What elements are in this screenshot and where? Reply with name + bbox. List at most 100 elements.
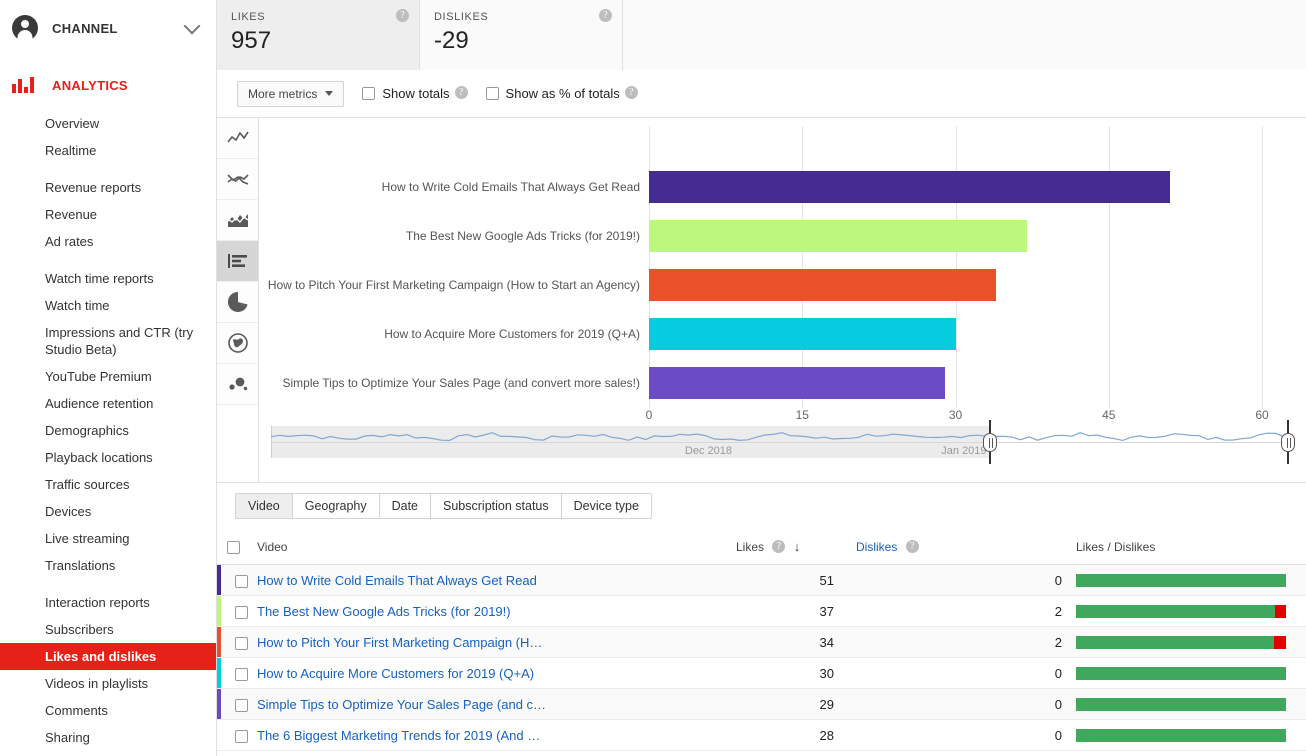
help-icon[interactable]: ? bbox=[905, 539, 919, 553]
row-checkbox[interactable] bbox=[234, 667, 248, 681]
video-title-link[interactable]: The Best New Google Ads Tricks (for 2019… bbox=[257, 604, 511, 619]
tab-device-type[interactable]: Device type bbox=[560, 493, 652, 519]
sidebar-item-revenue-reports[interactable]: Revenue reports bbox=[0, 174, 216, 201]
video-title-link[interactable]: How to Write Cold Emails That Always Get… bbox=[257, 573, 537, 588]
pie-chart-icon[interactable] bbox=[217, 282, 258, 323]
table-row[interactable]: How to Write Cold Emails That Always Get… bbox=[217, 564, 1306, 597]
timeline-handle-start[interactable] bbox=[983, 420, 998, 464]
row-color-stripe bbox=[217, 595, 227, 628]
more-metrics-button[interactable]: More metrics bbox=[237, 80, 345, 107]
table-row[interactable]: Simple Tips to Optimize Your Sales Page … bbox=[217, 688, 1306, 721]
tab-video[interactable]: Video bbox=[235, 493, 292, 519]
sidebar-item-annotations[interactable]: Annotations bbox=[0, 751, 216, 756]
select-all-checkbox[interactable] bbox=[227, 541, 240, 555]
help-icon[interactable]: ? bbox=[454, 86, 468, 99]
handle-grip-icon[interactable] bbox=[1280, 433, 1295, 452]
table-row[interactable]: The 6 Biggest Marketing Trends for 2019 … bbox=[217, 719, 1306, 752]
sidebar-item-demographics[interactable]: Demographics bbox=[0, 417, 216, 444]
column-header-likes[interactable]: Likes ? ↓ bbox=[736, 530, 856, 566]
row-select-cell[interactable] bbox=[227, 688, 255, 721]
chart-bar[interactable] bbox=[649, 269, 997, 301]
sidebar-item-interaction-reports[interactable]: Interaction reports bbox=[0, 589, 216, 616]
show-percent-of-totals-toggle[interactable]: Show as % of totals ? bbox=[485, 86, 638, 101]
sidebar-item-live-streaming[interactable]: Live streaming bbox=[0, 525, 216, 552]
handle-grip-icon[interactable] bbox=[983, 433, 998, 452]
timeline-handle-end[interactable] bbox=[1280, 420, 1295, 464]
row-select-cell[interactable] bbox=[227, 657, 255, 690]
sidebar-item-youtube-premium[interactable]: YouTube Premium bbox=[0, 363, 216, 390]
row-select-cell[interactable] bbox=[227, 719, 255, 752]
row-checkbox[interactable] bbox=[234, 729, 248, 743]
sidebar-item-audience-retention[interactable]: Audience retention bbox=[0, 390, 216, 417]
sidebar-item-devices[interactable]: Devices bbox=[0, 498, 216, 525]
chart-bar[interactable] bbox=[649, 171, 1171, 203]
help-icon[interactable]: ? bbox=[772, 540, 786, 554]
row-checkbox[interactable] bbox=[234, 574, 248, 588]
row-ratio-cell bbox=[1076, 719, 1306, 752]
sidebar-item-ad-rates[interactable]: Ad rates bbox=[0, 228, 216, 255]
help-icon[interactable]: ? bbox=[599, 9, 612, 22]
timeline-range-selector[interactable]: Dec 2018 Jan 2019 bbox=[271, 416, 1295, 464]
video-title-link[interactable]: The 6 Biggest Marketing Trends for 2019 … bbox=[257, 728, 540, 743]
bubble-chart-icon[interactable] bbox=[217, 364, 258, 405]
sidebar-item-translations[interactable]: Translations bbox=[0, 552, 216, 579]
table-row[interactable]: How to Acquire More Customers for 2019 (… bbox=[217, 657, 1306, 690]
row-checkbox[interactable] bbox=[234, 698, 248, 712]
sidebar-item-videos-in-playlists[interactable]: Videos in playlists bbox=[0, 670, 216, 697]
show-totals-toggle[interactable]: Show totals ? bbox=[362, 86, 468, 101]
chart-bar-row[interactable]: The Best New Google Ads Tricks (for 2019… bbox=[406, 220, 1028, 252]
column-header-dislikes[interactable]: Dislikes ? bbox=[856, 530, 1076, 566]
sidebar-section-analytics[interactable]: ANALYTICS bbox=[0, 66, 216, 104]
row-select-cell[interactable] bbox=[227, 564, 255, 597]
multi-line-chart-icon[interactable] bbox=[217, 159, 258, 200]
sidebar-item-realtime[interactable]: Realtime bbox=[0, 137, 216, 164]
sidebar-item-playback-locations[interactable]: Playback locations bbox=[0, 444, 216, 471]
sidebar-item-impressions-and-ctr-try-studio-beta[interactable]: Impressions and CTR (try Studio Beta) bbox=[0, 319, 216, 363]
chart-bar-row[interactable]: How to Acquire More Customers for 2019 (… bbox=[384, 318, 956, 350]
help-icon[interactable]: ? bbox=[624, 86, 638, 99]
table-row[interactable]: How to Pitch Your First Marketing Campai… bbox=[217, 626, 1306, 659]
row-checkbox[interactable] bbox=[234, 605, 248, 619]
sidebar-item-traffic-sources[interactable]: Traffic sources bbox=[0, 471, 216, 498]
row-select-cell[interactable] bbox=[227, 626, 255, 659]
column-header-video[interactable]: Video bbox=[255, 530, 736, 566]
sidebar-item-likes-and-dislikes[interactable]: Likes and dislikes bbox=[0, 643, 216, 670]
area-chart-icon[interactable] bbox=[217, 200, 258, 241]
sort-descending-icon[interactable]: ↓ bbox=[794, 539, 806, 554]
video-title-link[interactable]: How to Pitch Your First Marketing Campai… bbox=[257, 635, 542, 650]
line-chart-icon[interactable] bbox=[217, 118, 258, 159]
sidebar-item-comments[interactable]: Comments bbox=[0, 697, 216, 724]
geo-map-icon[interactable] bbox=[217, 323, 258, 364]
chevron-down-icon[interactable] bbox=[183, 17, 201, 34]
chart-bar[interactable] bbox=[649, 220, 1028, 252]
chart-bar-row[interactable]: How to Write Cold Emails That Always Get… bbox=[382, 171, 1171, 203]
metric-card-dislikes[interactable]: DISLIKES -29 ? bbox=[420, 0, 623, 70]
sidebar-item-sharing[interactable]: Sharing bbox=[0, 724, 216, 751]
sidebar-item-subscribers[interactable]: Subscribers bbox=[0, 616, 216, 643]
column-header-dislikes-label[interactable]: Dislikes bbox=[856, 540, 897, 554]
help-icon[interactable]: ? bbox=[396, 9, 409, 22]
channel-selector[interactable]: CHANNEL bbox=[0, 8, 216, 48]
chart-bar-row[interactable]: How to Pitch Your First Marketing Campai… bbox=[268, 269, 997, 301]
tab-date[interactable]: Date bbox=[378, 493, 431, 519]
row-select-cell[interactable] bbox=[227, 595, 255, 628]
column-header-likes-dislikes[interactable]: Likes / Dislikes bbox=[1076, 530, 1306, 566]
chart-bar[interactable] bbox=[649, 367, 946, 399]
metric-card-empty-slot[interactable] bbox=[623, 0, 1306, 70]
tab-geography[interactable]: Geography bbox=[291, 493, 379, 519]
sidebar-item-overview[interactable]: Overview bbox=[0, 110, 216, 137]
sidebar-item-watch-time-reports[interactable]: Watch time reports bbox=[0, 265, 216, 292]
show-totals-checkbox[interactable] bbox=[362, 87, 376, 100]
table-row[interactable]: The Best New Google Ads Tricks (for 2019… bbox=[217, 595, 1306, 628]
chart-bar[interactable] bbox=[649, 318, 956, 350]
metric-card-likes[interactable]: LIKES 957 ? bbox=[217, 0, 420, 70]
video-title-link[interactable]: Simple Tips to Optimize Your Sales Page … bbox=[257, 697, 546, 712]
sidebar-item-watch-time[interactable]: Watch time bbox=[0, 292, 216, 319]
show-percent-checkbox[interactable] bbox=[485, 87, 499, 100]
video-title-link[interactable]: How to Acquire More Customers for 2019 (… bbox=[257, 666, 534, 681]
chart-bar-row[interactable]: Simple Tips to Optimize Your Sales Page … bbox=[282, 367, 946, 399]
sidebar-item-revenue[interactable]: Revenue bbox=[0, 201, 216, 228]
horizontal-bar-chart-icon[interactable] bbox=[217, 241, 258, 282]
tab-subscription-status[interactable]: Subscription status bbox=[430, 493, 561, 519]
row-checkbox[interactable] bbox=[234, 636, 248, 650]
